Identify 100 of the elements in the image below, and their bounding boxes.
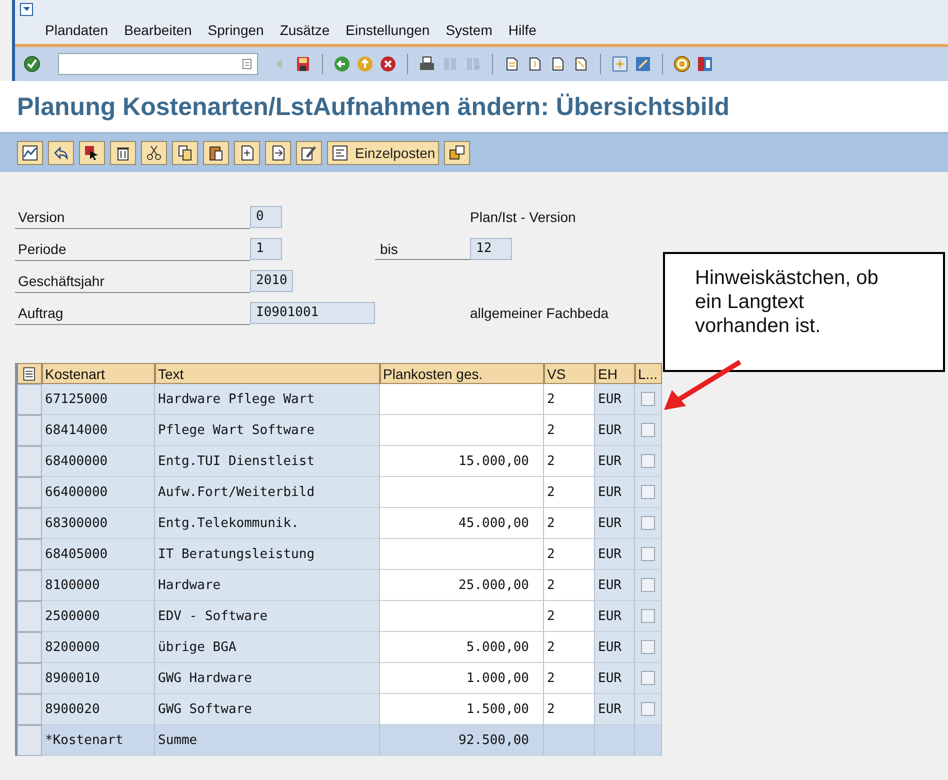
table-cell[interactable] — [380, 384, 544, 415]
column-header[interactable]: VS — [544, 363, 595, 384]
table-cell: Hardware Pflege Wart — [155, 384, 380, 415]
table-cell[interactable]: EUR — [595, 694, 635, 725]
table-cell[interactable] — [380, 539, 544, 570]
table-cell[interactable]: EUR — [595, 570, 635, 601]
toolbar-button[interactable] — [48, 141, 74, 165]
toolbar-button[interactable] — [265, 141, 291, 165]
copy-icon[interactable] — [176, 144, 194, 162]
table-cell[interactable]: EUR — [595, 415, 635, 446]
table-cell[interactable]: 2 — [544, 415, 595, 446]
table-cell[interactable]: 2 — [544, 632, 595, 663]
chart-icon[interactable] — [21, 144, 39, 162]
table-cell[interactable]: 2 — [544, 539, 595, 570]
table-cell[interactable]: 5.000,00 — [380, 632, 544, 663]
checkbox[interactable] — [641, 702, 655, 716]
checkbox[interactable] — [641, 547, 655, 561]
table-cell[interactable]: 2 — [544, 663, 595, 694]
column-header[interactable]: Plankosten ges. — [380, 363, 544, 384]
column-header[interactable]: EH — [595, 363, 635, 384]
command-field[interactable] — [58, 53, 258, 75]
table-cell[interactable]: EUR — [595, 446, 635, 477]
input-field[interactable]: 2010 — [250, 270, 294, 292]
table-cell[interactable]: 2 — [544, 384, 595, 415]
left-arrow-circle-icon[interactable] — [333, 55, 351, 73]
table-cell[interactable]: 25.000,00 — [380, 570, 544, 601]
table-cell[interactable]: 2 — [544, 570, 595, 601]
toolbar-button[interactable] — [17, 141, 43, 165]
checkbox[interactable] — [641, 671, 655, 685]
menu-item[interactable]: Zusätze — [280, 22, 330, 38]
table-cell: Entg.TUI Dienstleist — [155, 446, 380, 477]
window-icon[interactable] — [634, 55, 652, 73]
scissors-icon[interactable] — [145, 144, 163, 162]
floppy-icon[interactable] — [294, 55, 312, 73]
checkbox[interactable] — [641, 609, 655, 623]
checkbox[interactable] — [641, 516, 655, 530]
table-cell[interactable]: 45.000,00 — [380, 508, 544, 539]
toolbar-button[interactable] — [141, 141, 167, 165]
menu-item[interactable]: Bearbeiten — [124, 22, 192, 38]
toolbar-button[interactable]: Einzelposten — [327, 141, 440, 165]
table-cell: 66400000 — [42, 477, 155, 508]
column-header[interactable]: Kostenart — [42, 363, 155, 384]
clipboard-icon[interactable] — [207, 144, 225, 162]
window-menu-icon[interactable] — [19, 2, 35, 18]
table-cell[interactable]: 15.000,00 — [380, 446, 544, 477]
checkbox[interactable] — [641, 423, 655, 437]
layout-button[interactable] — [17, 363, 42, 384]
menu-item[interactable]: Einstellungen — [346, 22, 430, 38]
checkbox[interactable] — [641, 392, 655, 406]
input-field[interactable]: 1 — [250, 238, 282, 260]
list-icon[interactable] — [241, 58, 253, 70]
toolbar-button[interactable] — [444, 141, 470, 165]
help-icon[interactable] — [673, 55, 691, 73]
table-cell: 68400000 — [42, 446, 155, 477]
input-field[interactable]: 12 — [470, 238, 512, 260]
input-field[interactable]: 0 — [250, 206, 282, 228]
cancel-icon[interactable] — [379, 55, 397, 73]
menu-item[interactable]: Hilfe — [508, 22, 536, 38]
table-cell[interactable]: 1.500,00 — [380, 694, 544, 725]
table-cell[interactable]: 2 — [544, 601, 595, 632]
table-cell: übrige BGA — [155, 632, 380, 663]
table-cell[interactable]: 2 — [544, 477, 595, 508]
column-header[interactable]: L... — [635, 363, 662, 384]
table-cell[interactable]: 2 — [544, 446, 595, 477]
pencil-icon[interactable] — [300, 144, 318, 162]
table-cell[interactable]: EUR — [595, 632, 635, 663]
check-icon[interactable] — [23, 55, 41, 73]
toolbar-button[interactable] — [203, 141, 229, 165]
toolbar-button[interactable] — [234, 141, 260, 165]
table-cell[interactable]: 2 — [544, 694, 595, 725]
column-header[interactable]: Text — [155, 363, 380, 384]
table-cell[interactable] — [380, 477, 544, 508]
window-icon[interactable] — [611, 55, 629, 73]
menu-item[interactable]: Springen — [208, 22, 264, 38]
toolbar-button[interactable] — [79, 141, 105, 165]
checkbox[interactable] — [641, 578, 655, 592]
checkbox[interactable] — [641, 640, 655, 654]
list-icon[interactable] — [331, 144, 349, 162]
table-cell[interactable]: EUR — [595, 663, 635, 694]
table-cell[interactable] — [380, 601, 544, 632]
table-cell[interactable]: 1.000,00 — [380, 663, 544, 694]
input-field[interactable]: I0901001 — [250, 302, 375, 324]
toolbar-button[interactable] — [172, 141, 198, 165]
toolbar-button[interactable] — [296, 141, 322, 165]
toolbar-button[interactable] — [110, 141, 136, 165]
table-cell[interactable]: EUR — [595, 601, 635, 632]
table-cell[interactable]: EUR — [595, 477, 635, 508]
table-cell[interactable]: EUR — [595, 384, 635, 415]
menu-item[interactable]: Plandaten — [45, 22, 108, 38]
printer-icon[interactable] — [418, 55, 436, 73]
table-cell[interactable]: EUR — [595, 539, 635, 570]
windows-icon[interactable] — [448, 144, 466, 162]
table-cell: 8100000 — [42, 570, 155, 601]
table-cell[interactable]: EUR — [595, 508, 635, 539]
table-cell[interactable] — [380, 415, 544, 446]
checkbox[interactable] — [641, 454, 655, 468]
checkbox[interactable] — [641, 485, 655, 499]
undo-arrow-icon[interactable] — [52, 144, 70, 162]
table-cell[interactable]: 2 — [544, 508, 595, 539]
menu-item[interactable]: System — [446, 22, 492, 38]
